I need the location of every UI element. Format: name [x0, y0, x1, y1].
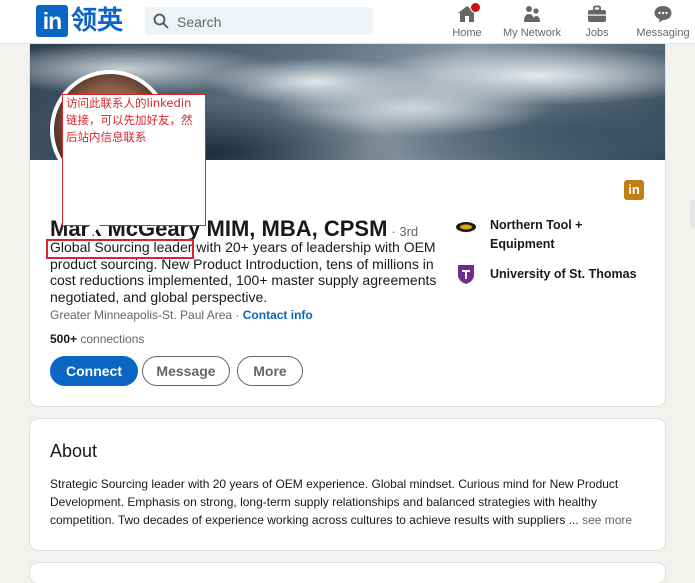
- location-row: Greater Minneapolis-St. Paul Area · Cont…: [50, 308, 313, 322]
- nav-my-network[interactable]: My Network: [500, 4, 564, 39]
- search-icon: [153, 13, 169, 29]
- message-button[interactable]: Message: [142, 356, 230, 386]
- about-ellipsis: ...: [565, 513, 579, 527]
- linkedin-logo-text[interactable]: 领英: [71, 5, 123, 37]
- annotation-highlight-box: [46, 239, 194, 259]
- search-bar[interactable]: [145, 7, 373, 37]
- contact-info-link[interactable]: Contact info: [243, 308, 313, 322]
- linkedin-logo[interactable]: in: [36, 5, 68, 37]
- about-text: Strategic Sourcing leader with 20 years …: [50, 477, 619, 527]
- briefcase-icon: [588, 5, 606, 22]
- nav-my-network-label: My Network: [502, 27, 562, 39]
- next-card: [30, 563, 665, 583]
- notification-badge: [470, 2, 481, 13]
- scrollbar-handle[interactable]: [690, 200, 695, 228]
- network-icon: [524, 6, 540, 22]
- see-more-link[interactable]: see more: [582, 513, 632, 527]
- connection-degree: · 3rd: [391, 224, 419, 239]
- connections-label: connections: [77, 332, 145, 346]
- about-title: About: [50, 441, 98, 461]
- location-text: Greater Minneapolis-St. Paul Area: [50, 308, 233, 322]
- nav-jobs[interactable]: Jobs: [580, 4, 614, 39]
- location-separator: ·: [232, 308, 243, 322]
- education-school-name: University of St. Thomas: [490, 267, 637, 281]
- northern-tool-logo: [456, 222, 476, 232]
- annotation-note: 访问此联系人的linkedin链接，可以先加好友，然后站内信息联系: [62, 94, 206, 226]
- connect-button[interactable]: Connect: [50, 356, 138, 386]
- connections-number: 500+: [50, 332, 78, 346]
- nav-jobs-label: Jobs: [585, 27, 609, 39]
- linkedin-badge-icon[interactable]: in: [624, 180, 644, 200]
- nav-messaging[interactable]: Messaging: [636, 4, 690, 39]
- messaging-icon: [654, 6, 672, 23]
- st-thomas-logo: [458, 265, 474, 284]
- about-text-block: Strategic Sourcing leader with 20 years …: [50, 475, 650, 529]
- annotation-tail: [90, 225, 100, 239]
- top-nav: in 领英 Home My Network: [0, 0, 695, 44]
- more-button[interactable]: More: [237, 356, 303, 386]
- connections-count[interactable]: 500+ connections: [50, 332, 144, 346]
- search-input[interactable]: [175, 7, 369, 37]
- experience-company-name: Northern Tool + Equipment: [490, 218, 583, 251]
- nav-home[interactable]: Home: [448, 2, 486, 39]
- about-card: About Strategic Sourcing leader with 20 …: [30, 419, 665, 550]
- nav-home-label: Home: [452, 27, 482, 39]
- nav-messaging-label: Messaging: [636, 27, 690, 39]
